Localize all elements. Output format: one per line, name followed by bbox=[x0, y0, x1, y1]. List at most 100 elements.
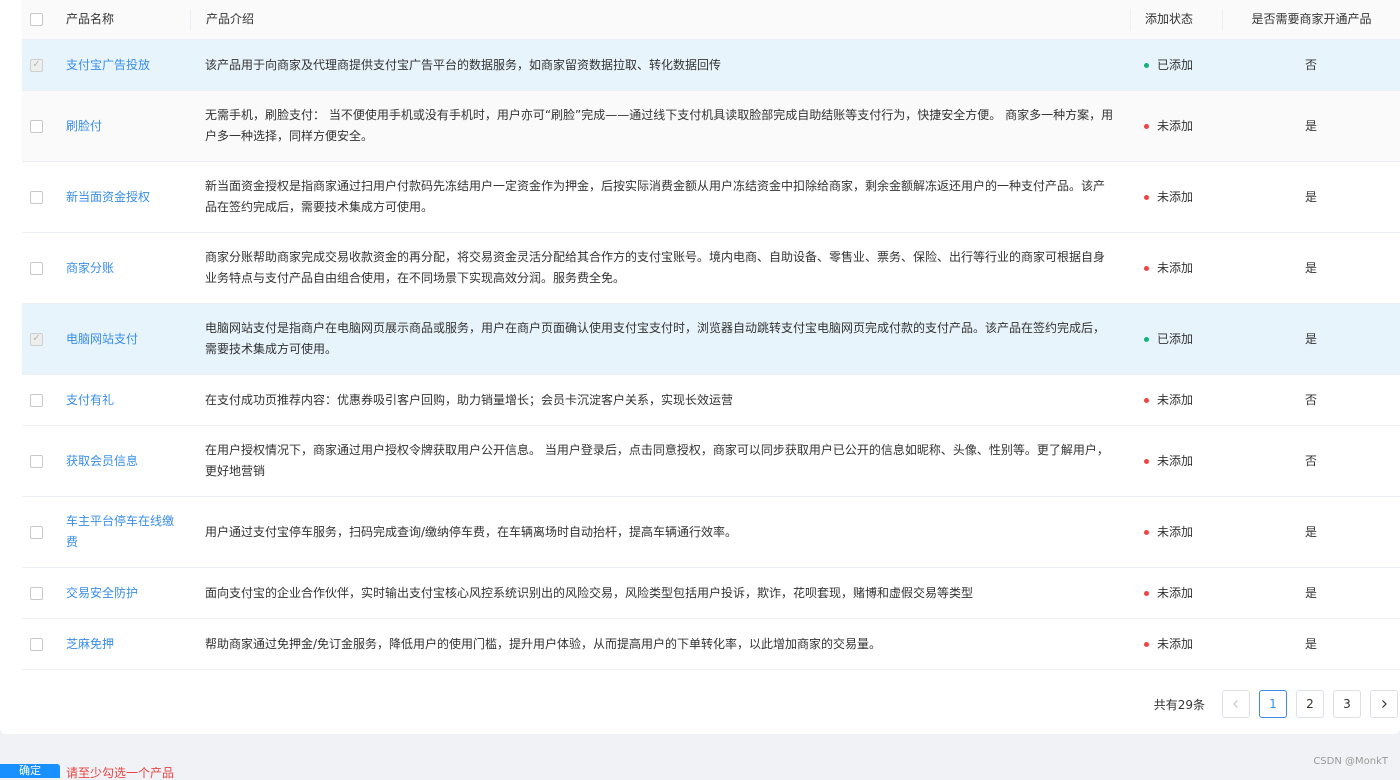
product-name-cell: 支付宝广告投放 bbox=[52, 55, 190, 76]
status-cell: 未添加 bbox=[1130, 116, 1222, 137]
column-header-name: 产品名称 bbox=[66, 12, 115, 26]
product-name-cell: 支付有礼 bbox=[52, 390, 190, 411]
row-checkbox-cell bbox=[22, 190, 52, 204]
product-table-card: 产品名称 产品介绍 添加状态 是否需要商家开通产品 ✓ 支付宝广告投放 该产品用于向… bbox=[0, 0, 1400, 734]
next-page-button[interactable] bbox=[1370, 690, 1398, 718]
row-checkbox[interactable] bbox=[30, 119, 43, 133]
row-checkbox[interactable] bbox=[30, 586, 43, 600]
status-dot-icon bbox=[1144, 336, 1149, 342]
row-checkbox-cell bbox=[22, 261, 52, 275]
prev-page-button[interactable] bbox=[1222, 690, 1250, 718]
product-desc-cell: 电脑网站支付是指商户在电脑网页展示商品或服务，用户在商户页面确认使用支付宝支付时… bbox=[205, 321, 1106, 356]
product-name-link[interactable]: 获取会员信息 bbox=[66, 451, 138, 472]
product-name-link[interactable]: 商家分账 bbox=[66, 258, 114, 279]
row-checkbox[interactable] bbox=[30, 454, 43, 468]
table-row[interactable]: 商家分账 商家分账帮助商家完成交易收款资金的再分配，将交易资金灵活分配给其合作方的… bbox=[22, 233, 1400, 304]
pagination: 共有29条 1 2 3 bbox=[1154, 690, 1398, 718]
requires-merchant-open-cell: 是 bbox=[1304, 260, 1317, 275]
status-text: 未添加 bbox=[1157, 392, 1194, 407]
row-checkbox-cell bbox=[22, 393, 52, 407]
row-checkbox[interactable] bbox=[30, 261, 43, 275]
row-checkbox-cell bbox=[22, 586, 52, 600]
page-button-1[interactable]: 1 bbox=[1259, 690, 1287, 718]
select-all-checkbox[interactable] bbox=[30, 13, 43, 26]
row-checkbox-cell bbox=[22, 525, 52, 539]
product-name-link[interactable]: 支付宝广告投放 bbox=[66, 55, 150, 76]
chevron-left-icon bbox=[1233, 700, 1238, 708]
requires-merchant-open-cell: 是 bbox=[1304, 189, 1317, 204]
status-cell: 未添加 bbox=[1130, 390, 1222, 411]
product-name-link[interactable]: 车主平台停车在线缴费 bbox=[66, 511, 180, 553]
product-desc-cell: 新当面资金授权是指商家通过扫用户付款码先冻结用户一定资金作为押金，后按实际消费金… bbox=[205, 179, 1106, 214]
table-row[interactable]: 车主平台停车在线缴费 用户通过支付宝停车服务，扫码完成查询/缴纳停车费，在车辆离场… bbox=[22, 497, 1400, 568]
status-text: 未添加 bbox=[1157, 189, 1194, 204]
status-text: 已添加 bbox=[1157, 57, 1194, 72]
status-cell: 未添加 bbox=[1130, 634, 1222, 655]
status-dot-icon bbox=[1144, 194, 1149, 200]
product-name-link[interactable]: 新当面资金授权 bbox=[66, 187, 150, 208]
row-checkbox-cell bbox=[22, 119, 52, 133]
requires-merchant-open-cell: 是 bbox=[1304, 636, 1317, 651]
product-name-cell: 车主平台停车在线缴费 bbox=[52, 511, 190, 553]
status-dot-icon bbox=[1144, 397, 1149, 403]
row-checkbox[interactable]: ✓ bbox=[30, 58, 43, 72]
table-row[interactable]: 刷脸付 无需手机，刷脸支付： 当不便使用手机或没有手机时，用户亦可“刷脸”完成——… bbox=[22, 91, 1400, 162]
table-row[interactable]: ✓ 支付宝广告投放 该产品用于向商家及代理商提供支付宝广告平台的数据服务，如商家留资… bbox=[22, 40, 1400, 91]
product-table: 产品名称 产品介绍 添加状态 是否需要商家开通产品 ✓ 支付宝广告投放 该产品用于向… bbox=[22, 0, 1400, 670]
pagination-total: 共有29条 bbox=[1153, 697, 1205, 712]
status-text: 未添加 bbox=[1157, 118, 1194, 133]
product-desc-cell: 帮助商家通过免押金/免订金服务，降低用户的使用门槛，提升用户体验，从而提高用户的… bbox=[205, 636, 882, 651]
product-name-link[interactable]: 芝麻免押 bbox=[66, 634, 114, 655]
product-desc-cell: 无需手机，刷脸支付： 当不便使用手机或没有手机时，用户亦可“刷脸”完成——通过线… bbox=[205, 108, 1114, 143]
row-checkbox[interactable]: ✓ bbox=[30, 332, 43, 346]
status-cell: 未添加 bbox=[1130, 258, 1222, 279]
status-text: 已添加 bbox=[1157, 331, 1194, 346]
requires-merchant-open-cell: 是 bbox=[1304, 118, 1317, 133]
status-cell: 未添加 bbox=[1130, 522, 1222, 543]
column-header-desc: 产品介绍 bbox=[190, 8, 1130, 31]
select-all-cell bbox=[22, 13, 52, 26]
watermark: CSDN @MonkT bbox=[1313, 756, 1388, 767]
product-name-link[interactable]: 刷脸付 bbox=[66, 116, 102, 137]
row-checkbox[interactable] bbox=[30, 637, 43, 651]
product-desc-cell: 面向支付宝的企业合作伙伴，实时输出支付宝核心风控系统识别出的风险交易，风险类型包… bbox=[205, 585, 974, 600]
table-row[interactable]: 获取会员信息 在用户授权情况下，商家通过用户授权令牌获取用户公开信息。 当用户登录… bbox=[22, 426, 1400, 497]
status-dot-icon bbox=[1144, 590, 1149, 596]
product-name-cell: 新当面资金授权 bbox=[52, 187, 190, 208]
product-name-link[interactable]: 支付有礼 bbox=[66, 390, 114, 411]
row-checkbox-cell bbox=[22, 637, 52, 651]
requires-merchant-open-cell: 是 bbox=[1304, 331, 1317, 346]
status-dot-icon bbox=[1144, 641, 1149, 647]
product-desc-cell: 在用户授权情况下，商家通过用户授权令牌获取用户公开信息。 当用户登录后，点击同意… bbox=[205, 443, 1109, 478]
row-checkbox-cell bbox=[22, 454, 52, 468]
status-text: 未添加 bbox=[1157, 453, 1194, 468]
confirm-button[interactable]: 确定 bbox=[0, 764, 60, 778]
status-cell: 未添加 bbox=[1130, 451, 1222, 472]
product-name-cell: 刷脸付 bbox=[52, 116, 190, 137]
product-name-cell: 商家分账 bbox=[52, 258, 190, 279]
row-checkbox[interactable] bbox=[30, 525, 43, 539]
table-row[interactable]: 支付有礼 在支付成功页推荐内容：优惠券吸引客户回购，助力销量增长；会员卡沉淀客户关… bbox=[22, 375, 1400, 426]
status-cell: 未添加 bbox=[1130, 187, 1222, 208]
selection-tip: 请至少勾选一个产品 bbox=[66, 766, 175, 780]
page-button-3[interactable]: 3 bbox=[1333, 690, 1361, 718]
table-header: 产品名称 产品介绍 添加状态 是否需要商家开通产品 bbox=[22, 0, 1400, 40]
table-row[interactable]: ✓ 电脑网站支付 电脑网站支付是指商户在电脑网页展示商品或服务，用户在商户页面确认使… bbox=[22, 304, 1400, 375]
column-header-status: 添加状态 bbox=[1130, 8, 1222, 31]
requires-merchant-open-cell: 否 bbox=[1304, 453, 1317, 468]
requires-merchant-open-cell: 否 bbox=[1304, 57, 1317, 72]
table-row[interactable]: 芝麻免押 帮助商家通过免押金/免订金服务，降低用户的使用门槛，提升用户体验，从而提… bbox=[22, 619, 1400, 670]
row-checkbox[interactable] bbox=[30, 393, 43, 407]
status-cell: 已添加 bbox=[1130, 55, 1222, 76]
page-button-2[interactable]: 2 bbox=[1296, 690, 1324, 718]
requires-merchant-open-cell: 否 bbox=[1304, 392, 1317, 407]
status-dot-icon bbox=[1144, 62, 1149, 68]
table-body: ✓ 支付宝广告投放 该产品用于向商家及代理商提供支付宝广告平台的数据服务，如商家留资… bbox=[22, 40, 1400, 670]
product-name-link[interactable]: 交易安全防护 bbox=[66, 583, 138, 604]
status-text: 未添加 bbox=[1157, 636, 1194, 651]
product-name-cell: 电脑网站支付 bbox=[52, 329, 190, 350]
table-row[interactable]: 交易安全防护 面向支付宝的企业合作伙伴，实时输出支付宝核心风控系统识别出的风险交易… bbox=[22, 568, 1400, 619]
row-checkbox[interactable] bbox=[30, 190, 43, 204]
table-row[interactable]: 新当面资金授权 新当面资金授权是指商家通过扫用户付款码先冻结用户一定资金作为押金，… bbox=[22, 162, 1400, 233]
product-name-link[interactable]: 电脑网站支付 bbox=[66, 329, 138, 350]
